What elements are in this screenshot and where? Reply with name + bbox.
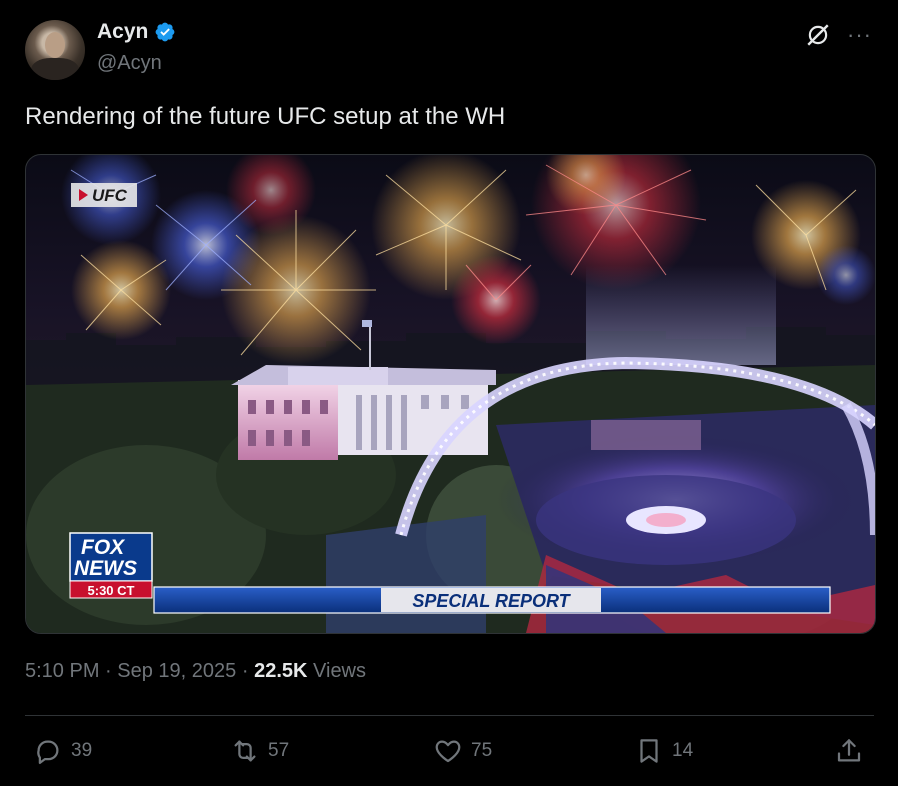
repost-count: 57: [268, 740, 290, 761]
views-label: Views: [313, 660, 367, 682]
broadcast-time: 5:30 CT: [88, 583, 135, 598]
verified-badge-icon: [155, 22, 175, 42]
ufc-tag: UFC: [71, 183, 137, 207]
repost-button[interactable]: 57: [230, 730, 289, 772]
views-count: 22.5K: [254, 660, 308, 682]
ufc-tag-label: UFC: [92, 186, 128, 205]
meta-separator: ·: [241, 660, 249, 682]
grok-icon[interactable]: [805, 22, 831, 48]
reply-count: 39: [71, 740, 93, 761]
divider: [25, 715, 874, 716]
meta-separator: ·: [105, 660, 112, 682]
tweet-time[interactable]: 5:10 PM: [25, 660, 99, 682]
top-right-actions: ···: [805, 22, 872, 48]
banner-text: SPECIAL REPORT: [412, 591, 571, 611]
reply-button[interactable]: 39: [33, 730, 92, 772]
bookmark-button[interactable]: 14: [634, 730, 693, 772]
fox-news-logo: FOX NEWS 5:30 CT: [69, 532, 153, 599]
tweet-meta: 5:10 PM · Sep 19, 2025 · 22.5K Views: [25, 660, 366, 683]
tweet-media-image[interactable]: UFC FOX NEWS 5:30 CT SPECIAL REPORT: [25, 154, 876, 634]
repost-icon: [234, 740, 256, 762]
action-bar: 39 57 75 14: [25, 730, 874, 772]
bookmark-count: 14: [672, 740, 694, 761]
author-name-row: Acyn: [97, 20, 176, 44]
like-count: 75: [471, 740, 493, 761]
more-icon[interactable]: ···: [847, 24, 872, 46]
fox-logo-line1: FOX: [81, 536, 126, 559]
author-name[interactable]: Acyn: [97, 20, 148, 44]
bookmark-icon: [640, 739, 658, 763]
reply-icon: [37, 740, 59, 764]
avatar[interactable]: [25, 20, 85, 80]
fox-logo-line2: NEWS: [74, 557, 137, 580]
like-icon: [435, 740, 461, 763]
author-handle[interactable]: @Acyn: [97, 52, 162, 75]
tweet-text: Rendering of the future UFC setup at the…: [25, 103, 506, 130]
ufc-rendering-illustration: UFC FOX NEWS 5:30 CT SPECIAL REPORT: [26, 155, 875, 633]
share-button[interactable]: [834, 730, 864, 772]
avatar-body: [31, 58, 79, 80]
tweet-date[interactable]: Sep 19, 2025: [117, 660, 236, 682]
like-button[interactable]: 75: [433, 730, 492, 772]
avatar-face: [45, 32, 65, 58]
special-report-banner: SPECIAL REPORT: [153, 586, 831, 614]
share-icon: [837, 739, 861, 762]
